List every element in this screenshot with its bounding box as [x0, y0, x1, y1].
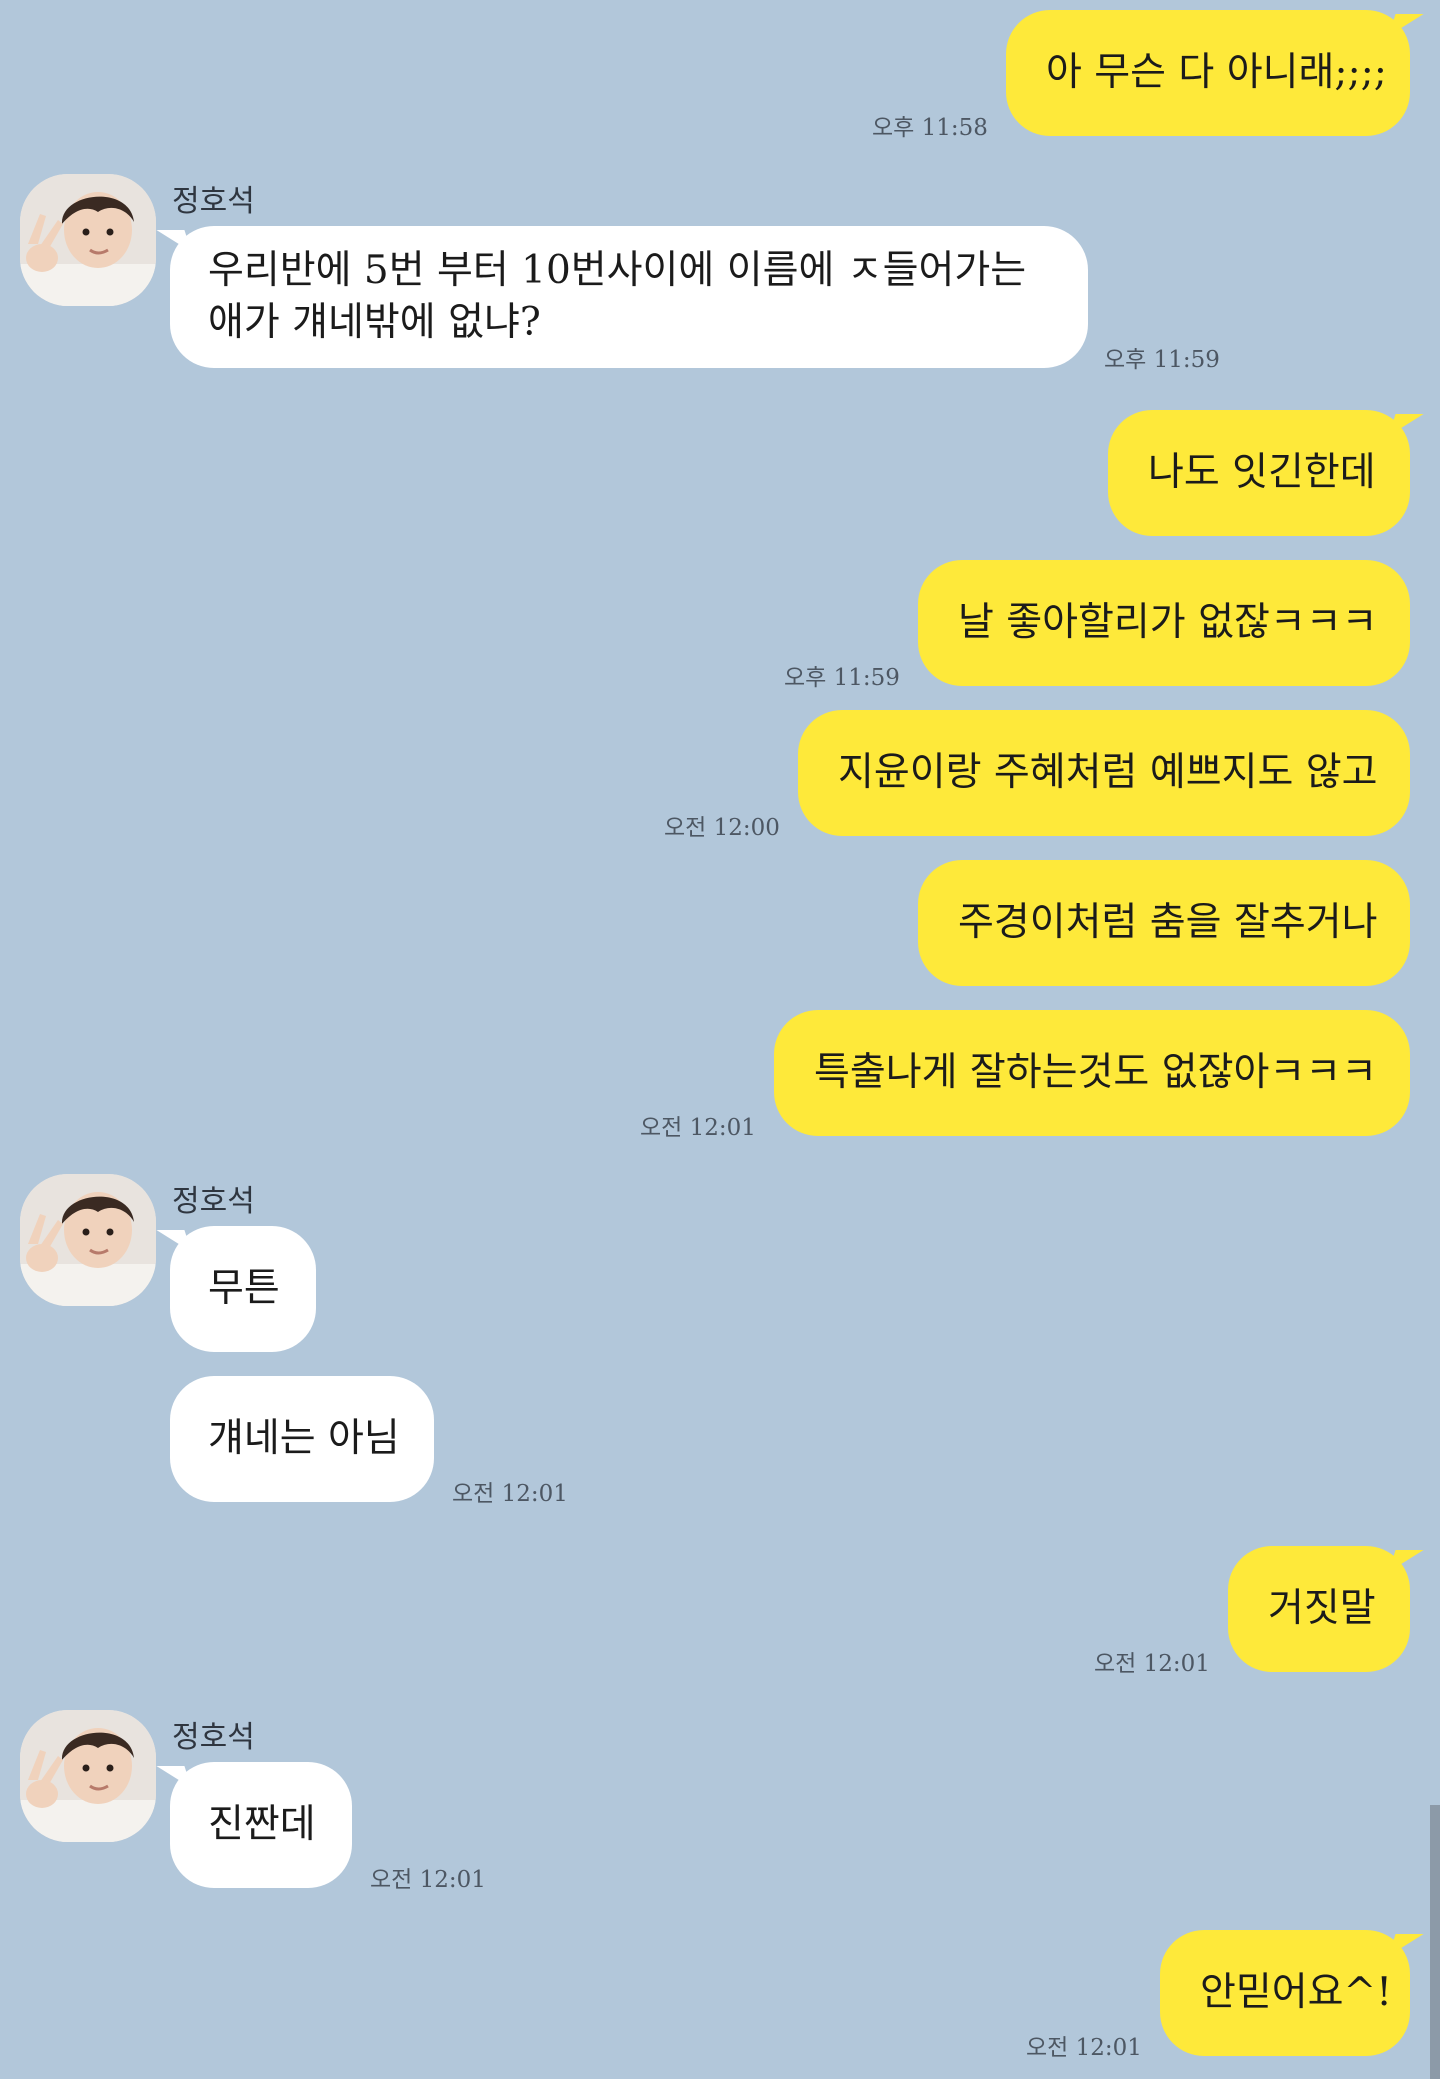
profile-photo-icon [20, 174, 156, 306]
message-time: 오전 12:01 [452, 1481, 568, 1507]
message-time: 오전 12:01 [1094, 1651, 1210, 1677]
message-bubble-mine[interactable]: 지윤이랑 주혜처럼 예쁘지도 않고 [798, 710, 1410, 836]
message-text: 진짠데 [208, 1802, 316, 1847]
message-time: 오전 12:00 [664, 815, 780, 841]
message-time: 오후 11:59 [1104, 347, 1220, 373]
message-bubble-theirs[interactable]: 걔네는 아님 [170, 1376, 434, 1502]
message-text: 지윤이랑 주혜처럼 예쁘지도 않고 [838, 750, 1378, 795]
sender-name: 정호석 [172, 184, 255, 219]
contact-avatar[interactable] [20, 1174, 156, 1306]
message-bubble-theirs[interactable]: 우리반에 5번 부터 10번사이에 이름에 ㅈ들어가는 애가 걔네밖에 없냐? [170, 226, 1088, 368]
message-bubble-mine[interactable]: 특출나게 잘하는것도 없잖아ㅋㅋㅋ [774, 1010, 1410, 1136]
message-text: 안믿어요^! [1200, 1970, 1392, 2015]
message-bubble-mine[interactable]: 거짓말 [1228, 1546, 1410, 1672]
message-time: 오전 12:01 [640, 1115, 756, 1141]
contact-avatar[interactable] [20, 1710, 156, 1842]
message-text: 우리반에 5번 부터 10번사이에 이름에 ㅈ들어가는 애가 걔네밖에 없냐? [208, 248, 1027, 345]
message-text: 주경이처럼 춤을 잘추거나 [958, 900, 1378, 945]
message-bubble-mine[interactable]: 안믿어요^! [1160, 1930, 1410, 2056]
message-text: 특출나게 잘하는것도 없잖아ㅋㅋㅋ [814, 1050, 1377, 1095]
message-text: 거짓말 [1268, 1586, 1376, 1631]
message-text: 아 무슨 다 아니래;;;; [1046, 50, 1387, 95]
message-text: 날 좋아할리가 없잖ㅋㅋㅋ [958, 600, 1378, 645]
message-text: 걔네는 아님 [208, 1416, 400, 1461]
profile-photo-icon [20, 1174, 156, 1306]
message-time: 오후 11:59 [784, 665, 900, 691]
profile-photo-icon [20, 1710, 156, 1842]
contact-avatar[interactable] [20, 174, 156, 306]
sender-name: 정호석 [172, 1184, 255, 1219]
scrollbar[interactable] [1430, 1805, 1440, 2079]
message-bubble-theirs[interactable]: 진짠데 [170, 1762, 352, 1888]
sender-name: 정호석 [172, 1720, 255, 1755]
message-text: 무튼 [208, 1266, 280, 1311]
message-time: 오전 12:01 [1026, 2035, 1142, 2061]
message-text: 나도 잇긴한데 [1148, 450, 1376, 495]
message-time: 오후 11:58 [872, 115, 988, 141]
message-bubble-theirs[interactable]: 무튼 [170, 1226, 316, 1352]
message-bubble-mine[interactable]: 아 무슨 다 아니래;;;; [1006, 10, 1410, 136]
message-bubble-mine[interactable]: 주경이처럼 춤을 잘추거나 [918, 860, 1410, 986]
message-bubble-mine[interactable]: 나도 잇긴한데 [1108, 410, 1410, 536]
chat-area[interactable]: 아 무슨 다 아니래;;;; 오후 11:58 정호석 우리반에 5번 부터 1… [0, 0, 1440, 2079]
message-bubble-mine[interactable]: 날 좋아할리가 없잖ㅋㅋㅋ [918, 560, 1410, 686]
message-time: 오전 12:01 [370, 1867, 486, 1893]
